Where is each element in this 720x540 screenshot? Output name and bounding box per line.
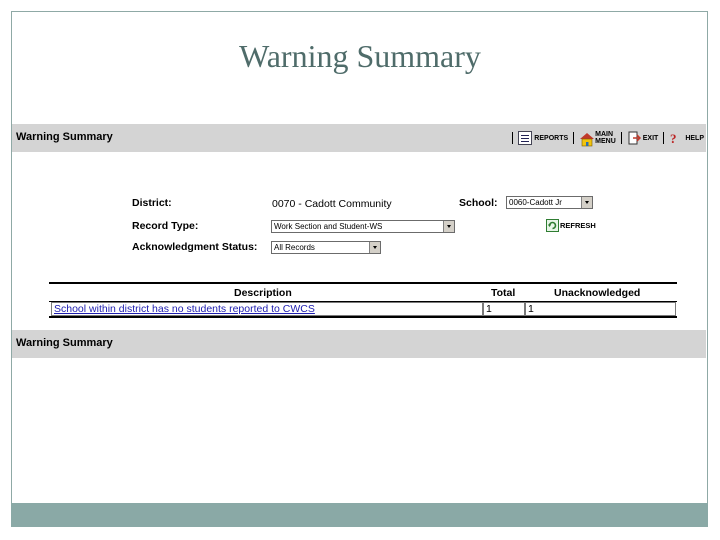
column-header-unacknowledged: Unacknowledged <box>554 287 641 299</box>
exit-button[interactable]: EXIT <box>627 131 659 145</box>
table-cell-unacknowledged: 1 <box>525 302 676 316</box>
ack-status-label: Acknowledgment Status: <box>132 241 258 253</box>
help-label: HELP <box>685 134 704 142</box>
table-cell-description: School within district has no students r… <box>51 302 483 316</box>
footer-title: Warning Summary <box>16 337 113 349</box>
slide-title: Warning Summary <box>239 38 481 74</box>
record-type-label: Record Type: <box>132 220 199 232</box>
toolbar-separator <box>663 132 665 144</box>
exit-label: EXIT <box>642 134 659 142</box>
refresh-button[interactable]: REFRESH <box>546 219 596 232</box>
main-menu-label-line2: MENU <box>595 138 616 145</box>
svg-text:?: ? <box>670 131 677 145</box>
toolbar-separator <box>512 132 514 144</box>
chevron-down-icon <box>581 197 592 208</box>
toolbar-separator <box>620 132 622 144</box>
column-header-total: Total <box>491 287 516 299</box>
school-label: School: <box>459 197 498 209</box>
help-button[interactable]: ? HELP <box>669 131 704 145</box>
column-header-description: Description <box>234 287 292 299</box>
district-label: District: <box>132 197 172 209</box>
refresh-label: REFRESH <box>560 221 596 230</box>
ack-status-select[interactable]: All Records <box>271 241 381 254</box>
header-bar: Warning Summary REPORTS MAIN MENU EXIT ?… <box>12 124 706 152</box>
chevron-down-icon <box>443 221 454 232</box>
toolbar: REPORTS MAIN MENU EXIT ? HELP <box>509 129 704 147</box>
table-cell-total: 1 <box>483 302 525 316</box>
toolbar-separator <box>573 132 575 144</box>
record-type-select-value: Work Section and Student-WS <box>274 222 383 231</box>
district-value: 0070 - Cadott Community <box>272 198 392 210</box>
help-icon: ? <box>669 131 683 145</box>
footer-bar: Warning Summary <box>12 330 706 358</box>
warning-table: Description Total Unacknowledged School … <box>49 282 677 318</box>
main-menu-button[interactable]: MAIN MENU <box>579 131 616 147</box>
reports-button[interactable]: REPORTS <box>518 131 568 145</box>
page-title: Warning Summary <box>16 131 113 143</box>
school-select-value: 0060-Cadott Jr <box>509 198 562 207</box>
reports-icon <box>518 131 533 145</box>
warning-description-link[interactable]: School within district has no students r… <box>54 303 315 315</box>
reports-label: REPORTS <box>534 134 569 142</box>
slide-frame <box>11 11 708 527</box>
bottom-band <box>11 503 708 527</box>
refresh-icon <box>546 219 559 232</box>
home-icon <box>579 131 595 147</box>
school-select[interactable]: 0060-Cadott Jr <box>506 196 593 209</box>
ack-status-select-value: All Records <box>274 243 315 252</box>
record-type-select[interactable]: Work Section and Student-WS <box>271 220 455 233</box>
exit-icon <box>627 131 641 145</box>
chevron-down-icon <box>369 242 380 253</box>
main-menu-label-line1: MAIN <box>595 131 614 138</box>
